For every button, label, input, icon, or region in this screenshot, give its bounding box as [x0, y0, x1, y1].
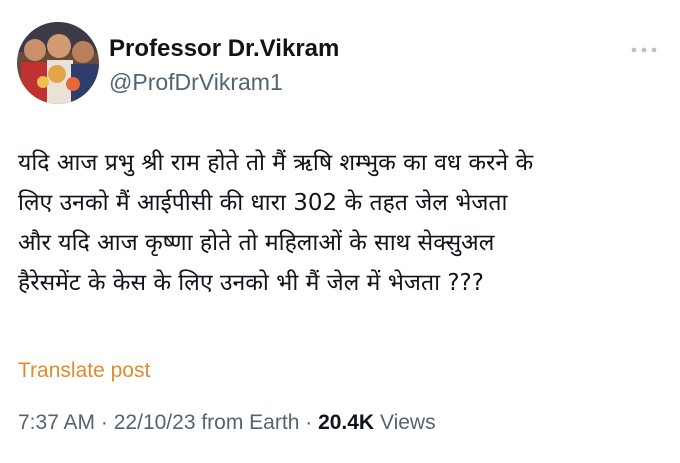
meta-separator: ·: [305, 411, 313, 434]
profile-photo: [17, 22, 99, 104]
post-text-line: लिए उनको मैं आईपीसी की धारा 302 के तहत ज…: [18, 190, 508, 216]
post-card: Professor Dr.Vikram @ProfDrVikram1 यदि आ…: [0, 0, 680, 463]
translate-post-link[interactable]: Translate post: [18, 356, 150, 386]
post-metadata: 7:37 AM · 22/10/23 from Earth · 20.4K Vi…: [18, 408, 436, 438]
post-text-line: हैरेसमेंट के केस के लिए उनको भी मैं जेल …: [18, 270, 484, 296]
more-options-button[interactable]: [624, 38, 664, 62]
meta-separator: ·: [100, 411, 108, 434]
views-label: Views: [379, 411, 436, 434]
post-time[interactable]: 7:37 AM: [18, 411, 95, 434]
author-block: Professor Dr.Vikram @ProfDrVikram1: [109, 34, 339, 97]
more-dots-icon: [631, 47, 657, 53]
post-text-line: यदि आज प्रभु श्री राम होते तो मैं ऋषि शम…: [18, 150, 534, 176]
post-date[interactable]: 22/10/23: [114, 411, 196, 434]
user-handle[interactable]: @ProfDrVikram1: [109, 67, 339, 97]
post-text: यदि आज प्रभु श्री राम होते तो मैं ऋषि शम…: [18, 143, 668, 303]
display-name[interactable]: Professor Dr.Vikram: [109, 34, 339, 64]
post-text-line: और यदि आज कृष्णा होते तो महिलाओं के साथ …: [18, 230, 495, 256]
views-count[interactable]: 20.4K: [318, 411, 374, 434]
post-source: from Earth: [201, 411, 300, 434]
avatar[interactable]: [17, 22, 99, 104]
